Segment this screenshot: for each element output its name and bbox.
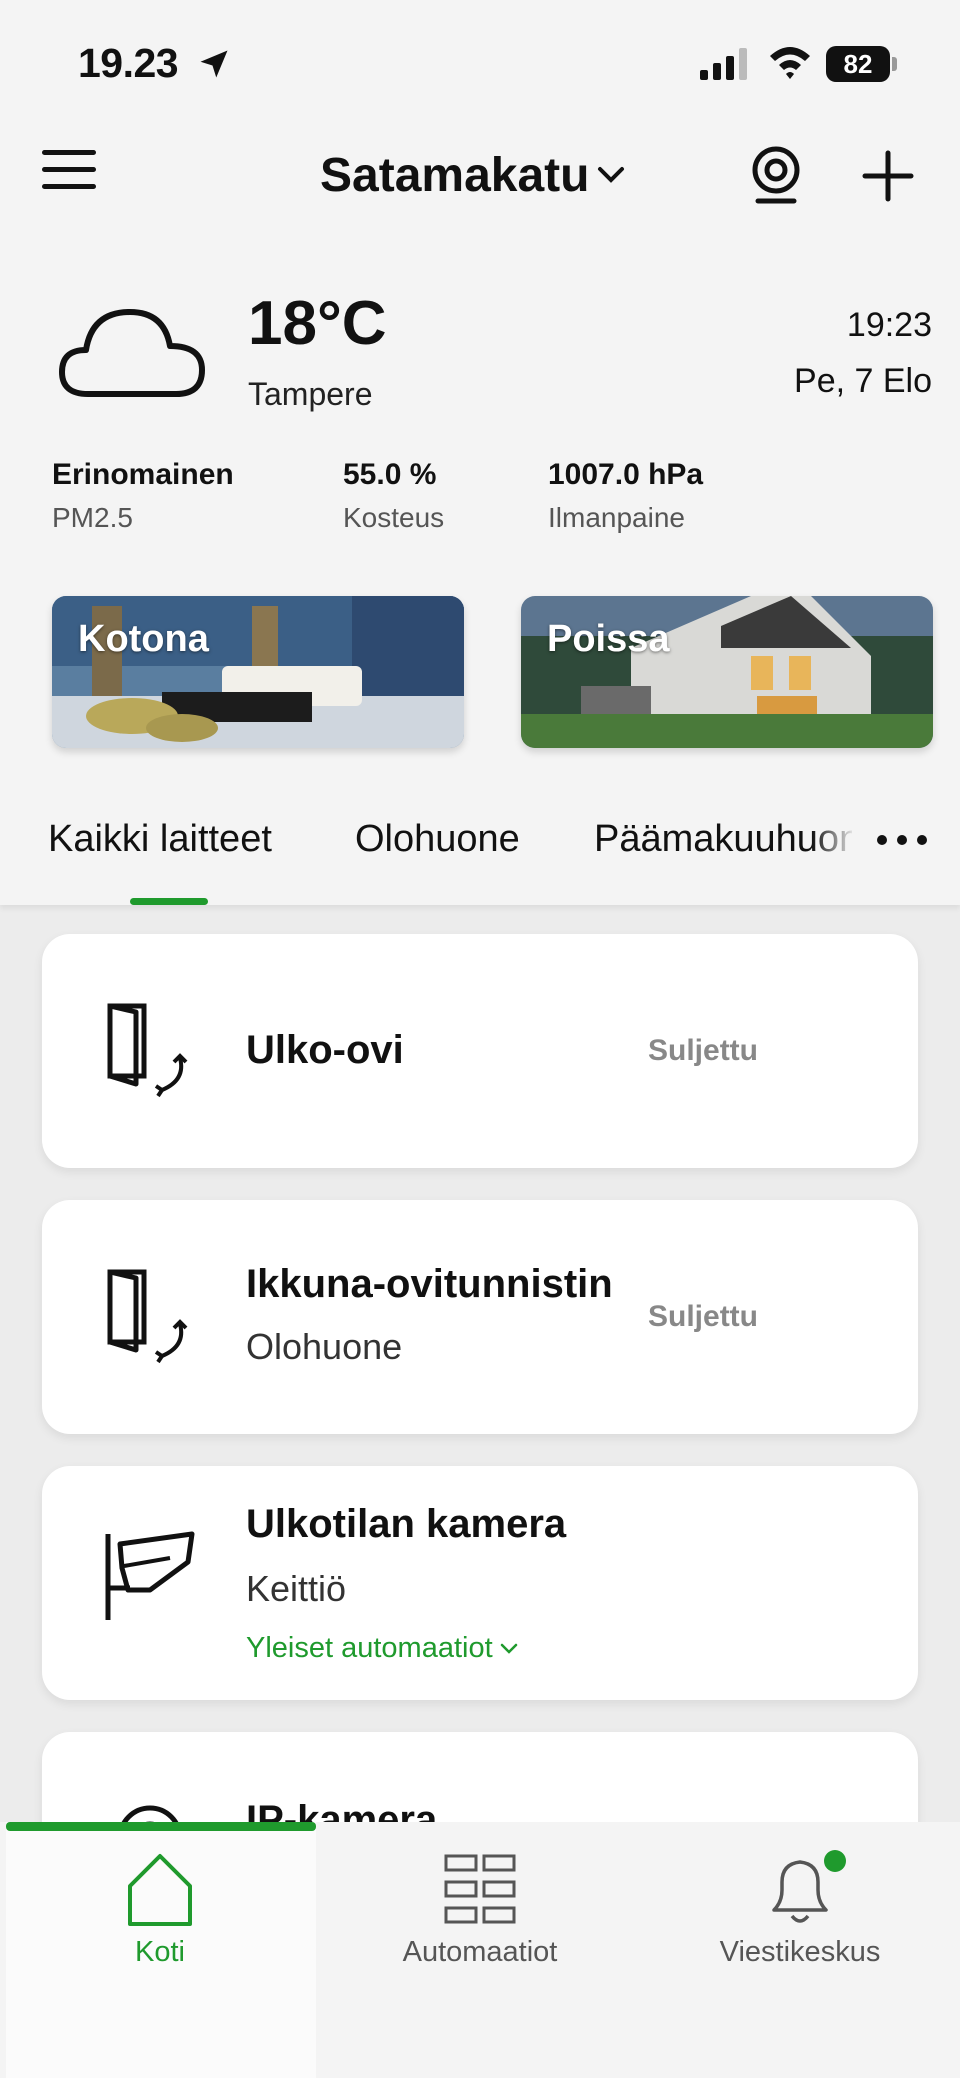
- nav-active-indicator: [6, 1822, 316, 1831]
- device-card-outdoor-camera[interactable]: Ulkotilan kamera Keittiö Yleiset automaa…: [42, 1466, 918, 1700]
- device-name: Ikkuna-ovitunnistin: [246, 1262, 613, 1306]
- scene-label: Kotona: [78, 618, 209, 660]
- general-automations-link[interactable]: Yleiset automaatiot: [246, 1632, 519, 1665]
- door-sensor-icon: [107, 1003, 188, 1098]
- stat-pressure: 1007.0 hPa Ilmanpaine: [548, 458, 703, 534]
- nav-message-center[interactable]: Viestikeskus: [650, 1850, 950, 1969]
- scene-card-home[interactable]: Kotona: [52, 596, 464, 748]
- stat-label: PM2.5: [52, 502, 133, 533]
- weather-time: 19:23: [846, 306, 932, 344]
- add-icon[interactable]: [862, 150, 914, 202]
- cloud-icon: [59, 309, 205, 397]
- scene-card-away[interactable]: Poissa: [521, 596, 933, 748]
- security-camera-icon: [105, 1531, 195, 1620]
- location-arrow-icon: [200, 50, 228, 78]
- device-name: Ulkotilan kamera: [246, 1502, 567, 1546]
- nav-label: Automaatiot: [402, 1936, 558, 1968]
- nav-home[interactable]: Koti: [10, 1850, 310, 1969]
- stat-humidity: 55.0 % Kosteus: [343, 458, 444, 534]
- door-sensor-icon: [107, 1269, 188, 1364]
- menu-icon[interactable]: [42, 150, 96, 194]
- tab-all-devices[interactable]: Kaikki laitteet: [48, 818, 272, 861]
- home-title: Satamakatu: [320, 148, 590, 202]
- battery-icon: 82: [826, 46, 898, 82]
- stat-value: 1007.0 hPa: [548, 458, 704, 491]
- device-card-window-sensor[interactable]: Ikkuna-ovitunnistin Olohuone Suljettu: [42, 1200, 918, 1434]
- weather-city: Tampere: [248, 376, 373, 412]
- camera-icon[interactable]: [748, 146, 804, 206]
- tab-indicator: [130, 898, 208, 905]
- device-name: Ulko-ovi: [246, 1028, 404, 1072]
- temperature: 18°C: [248, 289, 387, 358]
- device-status: Suljettu: [648, 1034, 758, 1067]
- nav-automations[interactable]: Automaatiot: [330, 1850, 630, 1969]
- top-area: [0, 0, 960, 905]
- device-card-front-door[interactable]: Ulko-ovi Suljettu: [42, 934, 918, 1168]
- status-time: 19.23: [78, 40, 179, 86]
- grid-icon: [444, 1854, 516, 1924]
- nav-label: Viestikeskus: [719, 1936, 881, 1968]
- stat-value: 55.0 %: [343, 458, 437, 491]
- chevron-down-icon: [598, 167, 625, 183]
- battery-level: 82: [826, 46, 890, 82]
- device-room: Olohuone: [246, 1326, 403, 1367]
- notification-badge: [824, 1850, 846, 1872]
- weather-date: Pe, 7 Elo: [794, 362, 932, 400]
- chevron-down-icon: [500, 1643, 517, 1654]
- nav-label: Koti: [135, 1936, 185, 1968]
- device-room: Keittiö: [246, 1568, 347, 1609]
- stat-air-quality: Erinomainen PM2.5: [52, 458, 234, 534]
- device-status: Suljettu: [648, 1300, 758, 1333]
- stat-label: Ilmanpaine: [548, 502, 685, 533]
- scene-label: Poissa: [547, 618, 670, 660]
- stat-label: Kosteus: [343, 502, 445, 533]
- cellular-signal-icon: [700, 48, 747, 80]
- home-icon: [128, 1854, 192, 1926]
- link-label: Yleiset automaatiot: [246, 1632, 493, 1664]
- stat-value: Erinomainen: [52, 458, 234, 491]
- tab-living-room[interactable]: Olohuone: [355, 818, 520, 861]
- home-selector[interactable]: Satamakatu: [320, 145, 625, 205]
- more-icon[interactable]: [852, 818, 952, 862]
- wifi-icon: [770, 47, 810, 79]
